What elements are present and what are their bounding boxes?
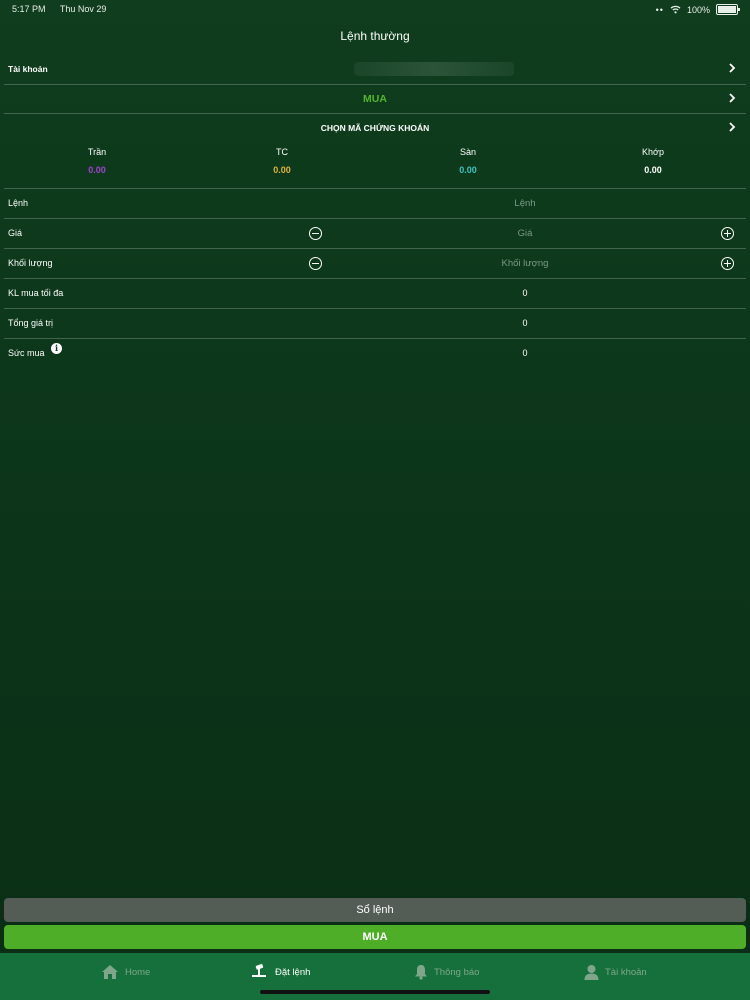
order-side-row[interactable]: MUA xyxy=(4,85,746,114)
home-indicator xyxy=(260,990,490,994)
status-date: Thu Nov 29 xyxy=(59,4,107,14)
tab-label: Home xyxy=(125,966,151,978)
tab-notifications[interactable]: Thông báo xyxy=(414,961,479,983)
info-icon[interactable]: i xyxy=(51,343,62,354)
total-value-row: Tổng giá trị 0 xyxy=(4,309,746,339)
order-type-label: Lệnh xyxy=(8,198,29,208)
page-title: Lệnh thường xyxy=(340,29,410,43)
price-value: 0.00 xyxy=(88,165,106,175)
max-buy-value: 0 xyxy=(522,288,528,298)
user-icon xyxy=(584,965,599,980)
order-side-label: MUA xyxy=(363,93,387,105)
price-input[interactable]: Giá xyxy=(154,228,750,239)
signal-dots-icon: •• xyxy=(655,4,664,15)
buy-submit-button[interactable]: MUA xyxy=(4,925,746,949)
status-bar: 5:17 PM Thu Nov 29 •• 100% xyxy=(0,0,750,18)
max-buy-row: KL mua tối đa 0 xyxy=(4,279,746,309)
account-row[interactable]: Tài khoản xyxy=(4,55,746,85)
tab-label: Tài khoản xyxy=(605,966,647,978)
select-stock-label: CHỌN MÃ CHỨNG KHOÁN xyxy=(320,123,430,133)
home-icon xyxy=(102,965,118,979)
buying-power-label: Sức mua xyxy=(8,348,45,358)
price-row: Giá Giá xyxy=(4,219,746,249)
price-reference: TC 0.00 xyxy=(242,147,322,175)
price-value: 0.00 xyxy=(273,165,291,175)
tab-account[interactable]: Tài khoản xyxy=(584,961,647,983)
chevron-right-icon xyxy=(729,93,736,103)
max-buy-label: KL mua tối đa xyxy=(8,288,64,298)
order-type-input[interactable]: Lệnh xyxy=(154,198,750,209)
price-value: 0.00 xyxy=(459,165,477,175)
order-book-button[interactable]: Sổ lệnh xyxy=(4,898,746,922)
price-matched: Khớp 0.00 xyxy=(613,147,693,175)
volume-row: Khối lượng Khối lượng xyxy=(4,249,746,279)
wifi-icon xyxy=(670,5,681,14)
account-number-masked xyxy=(354,62,514,76)
price-label: Trần xyxy=(87,147,107,157)
total-value: 0 xyxy=(522,318,528,328)
battery-icon xyxy=(716,4,740,15)
volume-increase-button[interactable] xyxy=(721,257,734,270)
account-label: Tài khoản xyxy=(8,64,48,74)
chevron-right-icon xyxy=(729,122,736,132)
tab-home[interactable]: Home xyxy=(101,961,150,983)
price-label: Khớp xyxy=(642,147,664,157)
price-increase-button[interactable] xyxy=(721,227,734,240)
select-stock-row[interactable]: CHỌN MÃ CHỨNG KHOÁN xyxy=(4,114,746,142)
battery-percent: 100% xyxy=(686,4,710,15)
chevron-right-icon xyxy=(729,63,736,73)
price-floor: Sàn 0.00 xyxy=(428,147,508,175)
volume-field-label: Khối lượng xyxy=(8,258,53,268)
buying-power-row: Sức mua i 0 xyxy=(4,339,746,368)
price-ceiling: Trần 0.00 xyxy=(57,147,137,175)
status-time: 5:17 PM xyxy=(12,4,46,14)
bell-icon xyxy=(415,965,427,980)
tab-label: Đặt lệnh xyxy=(275,966,311,978)
tab-label: Thông báo xyxy=(434,966,480,978)
price-label: TC xyxy=(276,147,288,157)
order-type-row[interactable]: Lệnh Lệnh xyxy=(4,189,746,219)
tab-place-order[interactable]: Đặt lệnh xyxy=(251,961,310,983)
price-label: Sàn xyxy=(459,147,476,157)
total-value-label: Tổng giá trị xyxy=(8,318,54,328)
volume-input[interactable]: Khối lượng xyxy=(154,258,750,269)
price-reference-row: Trần 0.00 TC 0.00 Sàn 0.00 Khớp 0.00 xyxy=(4,142,746,189)
buying-power-value: 0 xyxy=(522,348,528,358)
order-icon xyxy=(252,964,266,977)
price-field-label: Giá xyxy=(8,228,23,238)
price-value: 0.00 xyxy=(644,165,662,175)
